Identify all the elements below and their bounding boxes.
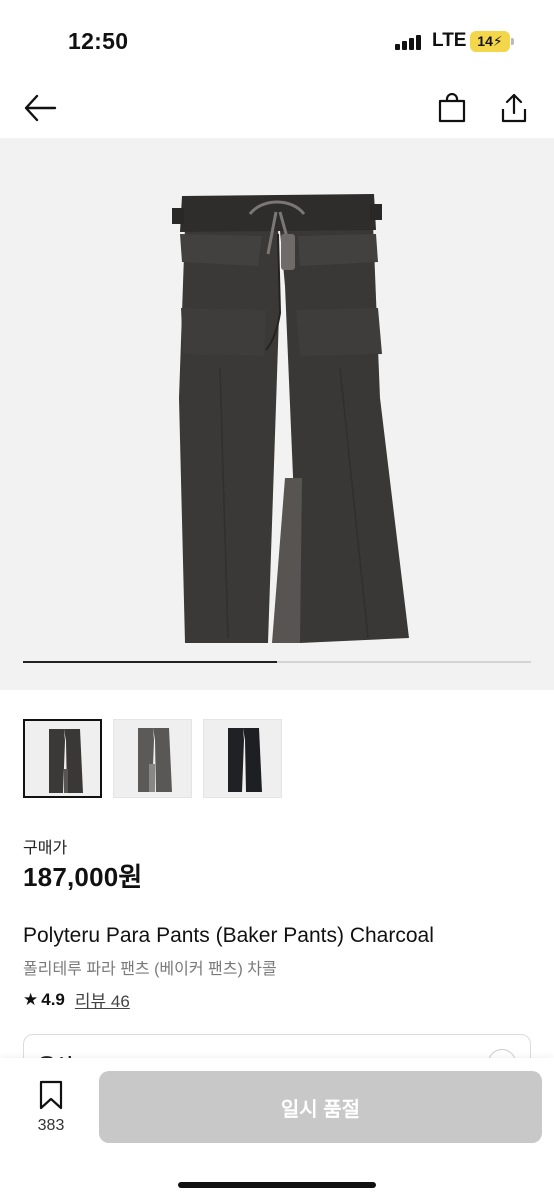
share-button[interactable]	[494, 88, 534, 128]
network-label: LTE	[432, 30, 467, 51]
product-image	[172, 194, 409, 643]
back-arrow-icon	[24, 94, 57, 122]
battery-icon: 14⚡	[470, 31, 510, 52]
status-time: 12:50	[68, 28, 129, 54]
price-label: 구매가	[23, 840, 68, 857]
rating-value: 4.9	[41, 989, 65, 1009]
wishlist-button[interactable]: 383	[30, 1080, 72, 1135]
share-icon	[501, 93, 527, 123]
back-button[interactable]	[20, 88, 60, 128]
product-title: Polyteru Para Pants (Baker Pants) Charco…	[23, 924, 434, 947]
product-title-korean: 폴리테루 파라 팬츠 (베이커 팬츠) 차콜	[23, 961, 277, 978]
gallery-progress-fill	[23, 661, 277, 663]
price: 187,000원	[23, 862, 143, 892]
review-link[interactable]: 리뷰 46	[75, 987, 130, 1012]
status-bar: 12:50 LTE 14⚡	[0, 0, 554, 80]
battery-nub	[511, 38, 514, 45]
battery-level: 14	[477, 33, 493, 49]
bottom-action-bar: 383 일시 품절	[0, 1058, 554, 1200]
thumbnail-image	[49, 729, 83, 793]
thumbnail-charcoal[interactable]	[23, 719, 102, 798]
thumbnail-grey[interactable]	[113, 719, 192, 798]
gallery-progress	[23, 661, 531, 663]
bookmark-icon	[39, 1080, 63, 1110]
home-indicator	[178, 1182, 376, 1188]
thumbnail-image	[138, 728, 172, 792]
signal-icon	[395, 34, 423, 50]
product-image-gallery[interactable]	[0, 138, 554, 690]
cart-button[interactable]	[432, 88, 472, 128]
wishlist-count: 383	[37, 1117, 65, 1134]
shopping-bag-icon	[438, 93, 466, 123]
rating-row: ★ 4.9 리뷰 46	[23, 987, 130, 1012]
thumbnail-strip	[23, 719, 543, 799]
sold-out-button[interactable]: 일시 품절	[99, 1071, 542, 1143]
top-nav	[0, 80, 554, 138]
star-icon: ★	[23, 989, 39, 1009]
thumbnail-black[interactable]	[203, 719, 282, 798]
thumbnail-image	[228, 728, 262, 792]
